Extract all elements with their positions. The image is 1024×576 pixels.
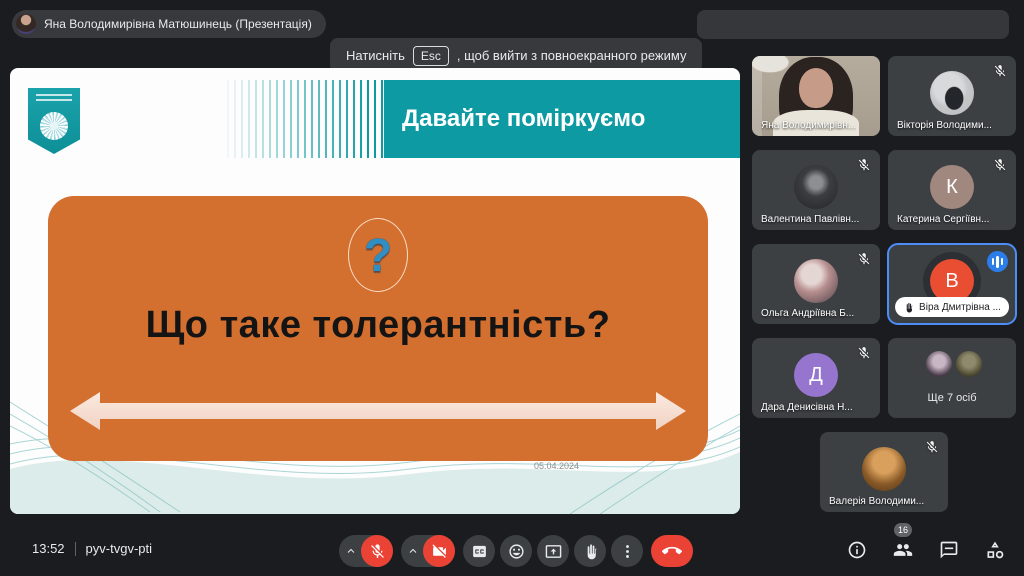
school-logo (28, 88, 80, 154)
participant-name: Віра Дмитрівна ... (919, 301, 1001, 313)
letter-avatar: К (930, 165, 974, 209)
mic-off-icon (993, 64, 1007, 78)
avatar (926, 351, 952, 377)
captions-button[interactable] (463, 535, 495, 567)
participant-name: Вікторія Володими... (897, 120, 992, 131)
camera-control-group[interactable] (401, 535, 455, 567)
participant-tile-dara[interactable]: Д Дара Денисівна Н... (752, 338, 880, 418)
info-icon (847, 540, 867, 560)
camera-off-button[interactable] (423, 535, 455, 567)
chat-icon (939, 540, 959, 560)
letter-avatar: Д (794, 353, 838, 397)
participant-name: Яна Володимирівн... (761, 120, 857, 131)
panel-buttons: 16 (842, 523, 1010, 565)
more-options-button[interactable] (611, 535, 643, 567)
presenter-chip: Яна Володимирівна Матюшинець (Презентаці… (12, 10, 326, 38)
hand-icon (582, 543, 599, 560)
more-people-label: Ще 7 осіб (927, 392, 977, 404)
participant-tile-yana[interactable]: Яна Володимирівн... (752, 56, 880, 136)
participant-name: Валерія Володими... (829, 496, 925, 507)
mic-off-icon (993, 158, 1007, 172)
slide-question-text: Що таке толерантність? (145, 304, 611, 346)
people-icon (893, 540, 913, 560)
mic-off-icon (925, 440, 939, 454)
clock-time: 13:52 (32, 541, 65, 556)
smiley-icon (508, 543, 525, 560)
audio-activity-icon (987, 251, 1008, 272)
mic-off-icon (857, 346, 871, 360)
meeting-meta: 13:52 pyv-tvgv-pti (32, 541, 152, 556)
slide-header-band: Давайте поміркуємо (384, 80, 740, 158)
toast-text-after: , щоб вийти з повноекранного режиму (456, 48, 687, 63)
esc-keycap: Esc (412, 45, 449, 66)
meeting-code: pyv-tvgv-pti (85, 541, 153, 556)
notification-bar (697, 10, 1009, 39)
question-mark-circle: ? (348, 218, 408, 292)
avatar (794, 259, 838, 303)
participant-name: Катерина Сергіївн... (897, 214, 990, 225)
participant-tile-olha[interactable]: Ольга Андріївна Б... (752, 244, 880, 324)
double-arrow (70, 392, 686, 430)
participant-name: Валентина Павлівн... (761, 214, 860, 225)
mic-off-icon (857, 252, 871, 266)
mic-off-icon (857, 158, 871, 172)
avatar (862, 447, 906, 491)
chat-button[interactable] (934, 535, 964, 565)
activities-button[interactable] (980, 535, 1010, 565)
avatar (956, 351, 982, 377)
meta-divider (74, 541, 76, 556)
participant-count-badge: 16 (893, 523, 913, 537)
presenter-chip-label: Яна Володимирівна Матюшинець (Презентаці… (44, 17, 312, 31)
present-screen-button[interactable] (537, 535, 569, 567)
mic-off-icon (369, 543, 386, 560)
raised-hand-icon (903, 302, 914, 313)
reactions-button[interactable] (500, 535, 532, 567)
presenter-avatar (16, 14, 36, 34)
participants-button[interactable]: 16 (888, 523, 918, 565)
call-end-icon (662, 541, 682, 561)
participant-name: Ольга Андріївна Б... (761, 308, 855, 319)
raise-hand-button[interactable] (574, 535, 606, 567)
camera-off-icon (431, 543, 448, 560)
participant-tile-valeriia[interactable]: Валерія Володими... (820, 432, 948, 512)
meeting-details-button[interactable] (842, 535, 872, 565)
logo-emblem (40, 112, 68, 140)
avatar (930, 71, 974, 115)
avatar (794, 165, 838, 209)
raised-hand-pill: Віра Дмитрівна ... (895, 297, 1009, 317)
three-dots-icon (619, 543, 636, 560)
toast-text-before: Натисніть (346, 48, 405, 63)
mic-options-chevron-icon[interactable] (345, 545, 357, 557)
presentation-slide: Давайте поміркуємо ? Що таке толерантніс (10, 68, 740, 514)
slide-header-stripes (220, 80, 385, 158)
camera-options-chevron-icon[interactable] (407, 545, 419, 557)
question-mark: ? (363, 229, 393, 281)
participant-name: Дара Денисівна Н... (761, 402, 853, 413)
more-participants-tile[interactable]: Ще 7 осіб (888, 338, 1016, 418)
participant-tile-vira-active-speaker[interactable]: В Віра Дмитрівна ... (887, 243, 1017, 325)
participant-tile-viktoria[interactable]: Вікторія Володими... (888, 56, 1016, 136)
question-box: ? Що таке толерантність? (48, 196, 708, 461)
mic-muted-button[interactable] (361, 535, 393, 567)
end-call-button[interactable] (651, 535, 693, 567)
captions-icon (471, 543, 488, 560)
participant-tile-kateryna[interactable]: К Катерина Сергіївн... (888, 150, 1016, 230)
activities-shapes-icon (985, 540, 1005, 560)
call-controls (339, 535, 693, 567)
meet-window: Яна Володимирівна Матюшинець (Презентаці… (0, 0, 1024, 576)
mic-control-group[interactable] (339, 535, 393, 567)
present-icon (545, 543, 562, 560)
slide-date: 05.04.2024 (534, 461, 580, 471)
slide-header-title: Давайте поміркуємо (402, 105, 646, 132)
participant-tile-valentyna[interactable]: Валентина Павлівн... (752, 150, 880, 230)
overflow-avatars (926, 351, 982, 377)
